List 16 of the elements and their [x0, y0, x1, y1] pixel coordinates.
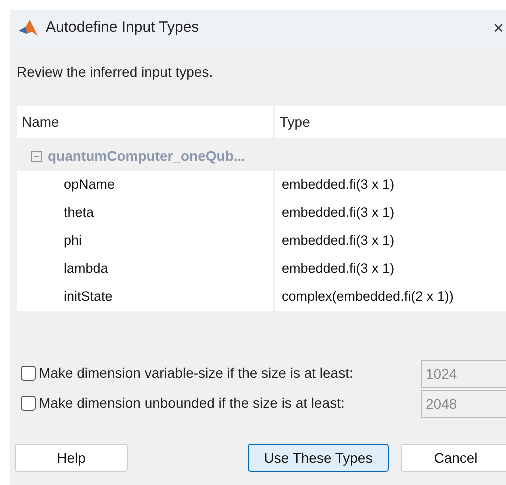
close-button[interactable]: × — [493, 19, 504, 37]
logo-icon — [18, 18, 40, 38]
column-header[interactable]: Type — [275, 106, 506, 138]
dialog-button[interactable]: Help — [15, 444, 128, 472]
type-cell-text: embedded.fi(3 x 1) — [281, 260, 396, 278]
window-title: Autodefine Input Types — [46, 18, 200, 38]
collapse-icon[interactable] — [31, 150, 42, 162]
instruction-text: Review the inferred input types. — [17, 63, 214, 82]
column-header[interactable]: Name — [17, 106, 275, 138]
dialog-button[interactable]: Use These Types — [248, 444, 389, 472]
type-cell-text: embedded.fi(3 x 1) — [281, 232, 396, 250]
type-cell-text: embedded.fi(3 x 1) — [281, 176, 396, 194]
dialog-button[interactable]: Cancel — [401, 444, 506, 472]
type-cell-text: embedded.fi(3 x 1) — [281, 204, 396, 222]
name-cell: initState — [17, 283, 275, 311]
type-cell-text: complex(embedded.fi(2 x 1)) — [281, 288, 455, 306]
